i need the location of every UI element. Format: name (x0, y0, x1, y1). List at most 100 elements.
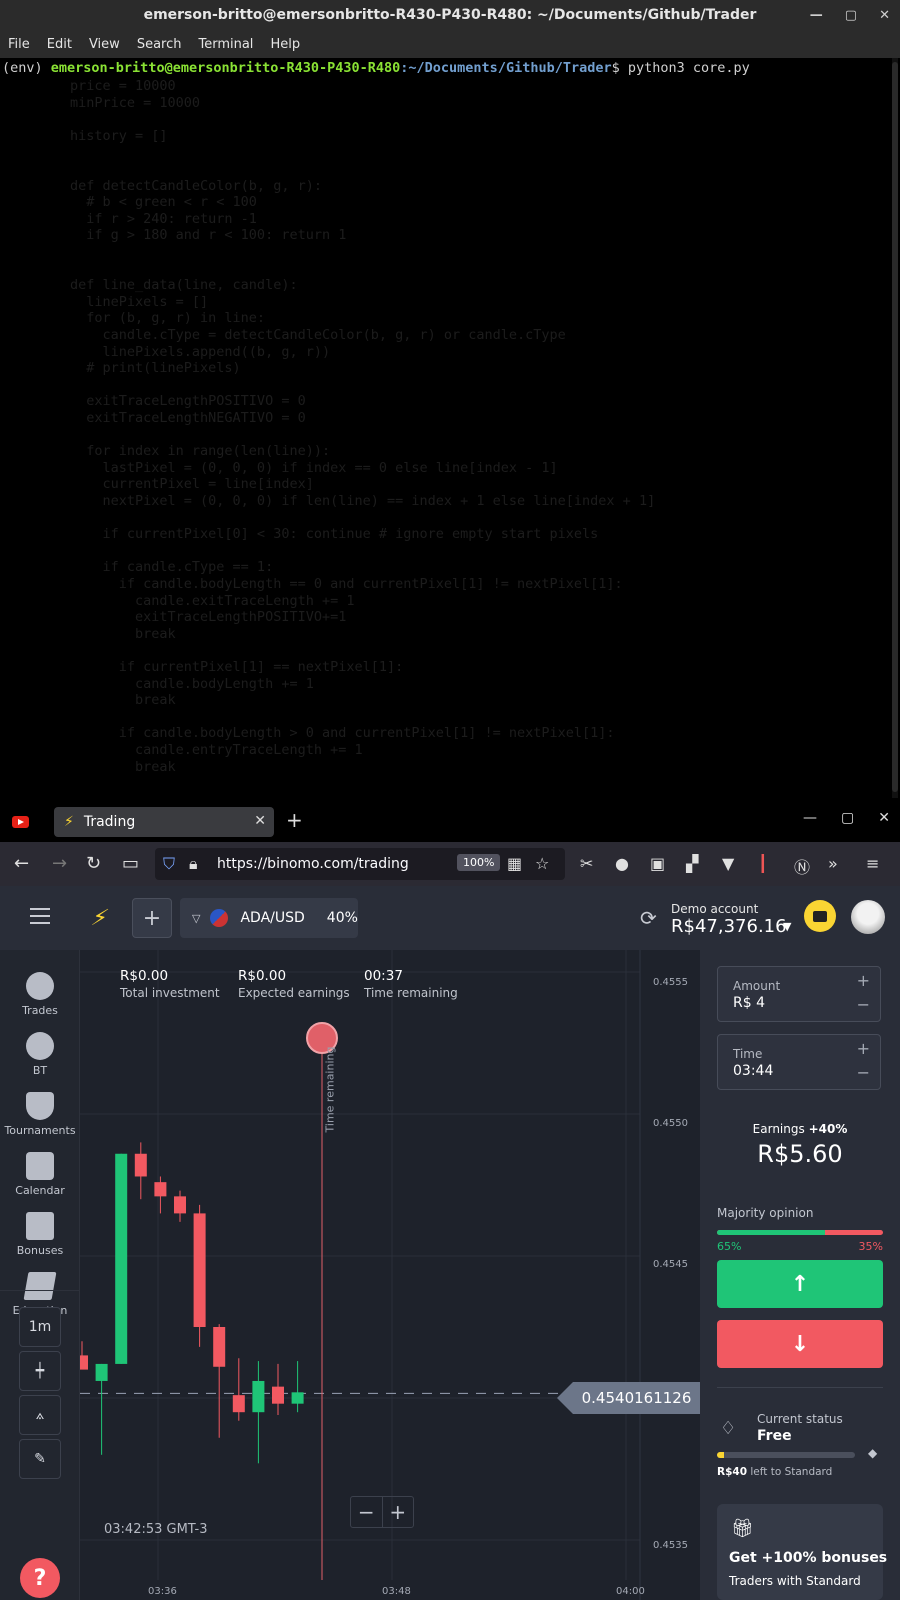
avatar[interactable] (851, 900, 885, 934)
prompt-command: $ python3 core.py (611, 60, 750, 76)
tab-close-icon[interactable]: ✕ (254, 813, 266, 829)
terminal-scroll-thumb[interactable] (892, 62, 898, 792)
extensions-grid-icon[interactable]: ▞ (686, 854, 698, 873)
amount-plus-icon[interactable]: + (857, 971, 870, 990)
reader-view-icon[interactable]: ▭ (122, 852, 139, 876)
refresh-balance-icon[interactable]: ⟳ (640, 906, 657, 930)
code-line: def line_data(line, candle): (70, 277, 298, 294)
stat-value: R$0.00 (238, 968, 287, 984)
asset-flag-icon (210, 909, 229, 927)
close-icon[interactable]: ✕ (879, 8, 890, 23)
zoom-in-button[interactable]: + (383, 1497, 414, 1527)
caret-down-icon[interactable]: ▼ (783, 920, 791, 933)
menu-terminal[interactable]: Terminal (198, 37, 253, 52)
sidebar-item-bonuses[interactable]: Bonuses (0, 1212, 80, 1257)
screenshot-icon[interactable]: ✂ (580, 854, 593, 873)
lock-icon[interactable]: 🔒︎ (189, 854, 198, 874)
terminal-window: emerson-britto@emersonbritto-R430-P430-R… (0, 0, 900, 800)
url-bar[interactable]: ⛉ 🔒︎ https://binomo.com/trading 100% ▦ ☆ (155, 848, 565, 880)
forward-icon[interactable]: → (52, 852, 67, 876)
youtube-tab-icon[interactable] (12, 816, 29, 828)
wallet-button[interactable] (804, 900, 836, 932)
code-line: linePixels.append((b, g, r)) (70, 343, 331, 360)
faint-code-overlay: price = 10000 minPrice = 10000 history = [… (0, 78, 900, 798)
new-tab-icon[interactable]: + (286, 810, 303, 830)
terminal-titlebar: emerson-britto@emersonbritto-R430-P430-R… (0, 0, 900, 30)
sidebar-item-bt[interactable]: BT (0, 1032, 80, 1077)
time-field[interactable]: Time 03:44 + − (717, 1034, 881, 1090)
extension-rec-icon[interactable]: ▣ (650, 854, 665, 873)
sidebar-item-trades[interactable]: Trades (0, 972, 80, 1017)
qr-code-icon[interactable]: ▦ (507, 854, 522, 873)
back-icon[interactable]: ← (14, 852, 29, 876)
tab-trading[interactable]: ⚡ Trading ✕ (54, 807, 274, 837)
time-plus-icon[interactable]: + (857, 1039, 870, 1058)
shield-icon[interactable]: ⛉ (163, 854, 175, 874)
add-asset-button[interactable]: + (132, 898, 172, 938)
bookmark-star-icon[interactable]: ☆ (535, 854, 549, 873)
extension-avatar-icon[interactable]: ● (615, 854, 629, 873)
buy-up-button[interactable]: ↑ (717, 1260, 883, 1308)
stat-expected-earnings: R$0.00 Expected earnings (238, 968, 350, 1000)
amount-field[interactable]: Amount R$ 4 + − (717, 966, 881, 1022)
code-line: break (70, 758, 176, 775)
trading-chart[interactable]: R$0.00 Total investment R$0.00 Expected … (80, 950, 700, 1600)
app-header: ⚡ + ▽ ADA/USD 40% ⟳ Demo account R$47,37… (0, 886, 900, 950)
asset-selector[interactable]: ▽ ADA/USD 40% (180, 898, 358, 938)
indicators-compass-icon[interactable]: ⟑ (19, 1395, 61, 1435)
bonus-subtitle: Traders with Standard (729, 1574, 861, 1588)
x-tick-label: 03:48 (382, 1586, 411, 1597)
asset-name: ADA/USD (240, 910, 305, 926)
menu-view[interactable]: View (89, 37, 120, 52)
timeframe-button[interactable]: 1m (19, 1307, 61, 1347)
hamburger-menu-icon[interactable] (30, 908, 50, 910)
browser-close-icon[interactable]: ✕ (878, 810, 890, 826)
zoom-level[interactable]: 100% (457, 854, 501, 871)
candle-body (272, 1386, 284, 1404)
menu-search[interactable]: Search (137, 37, 182, 52)
drawing-pencil-icon[interactable]: ✎ (19, 1439, 61, 1479)
candle-body (174, 1196, 186, 1214)
sidebar-divider (0, 1290, 80, 1291)
y-tick-label: 0.4545 (653, 1259, 688, 1270)
url-text[interactable]: https://binomo.com/trading (217, 856, 409, 872)
earnings-pct: +40% (808, 1122, 848, 1136)
zoom-out-button[interactable]: − (351, 1497, 383, 1527)
chart-extension-icon[interactable]: ┃ (758, 854, 768, 873)
menu-help[interactable]: Help (270, 37, 300, 52)
menu-edit[interactable]: Edit (47, 37, 72, 52)
overflow-chevron-icon[interactable]: » (828, 854, 838, 873)
menu-file[interactable]: File (8, 37, 30, 52)
account-balance: R$47,376.16 (671, 916, 787, 937)
status-value: Free (757, 1428, 792, 1444)
status-note: R$40 left to Standard (717, 1466, 832, 1478)
code-line: # print(linePixels) (70, 360, 241, 377)
app-menu-icon[interactable]: ≡ (866, 854, 879, 873)
code-line: if g > 180 and r < 100: return 1 (70, 227, 347, 244)
reload-icon[interactable]: ↻ (86, 852, 101, 876)
notion-icon[interactable]: Ⓝ (794, 854, 810, 878)
vue-devtools-icon[interactable]: ▼ (722, 854, 734, 873)
browser-maximize-icon[interactable]: ▢ (841, 810, 854, 826)
help-button[interactable]: ? (20, 1558, 60, 1598)
sell-down-button[interactable]: ↓ (717, 1320, 883, 1368)
binomo-logo-icon[interactable]: ⚡ (89, 906, 111, 931)
candle-body (291, 1392, 304, 1404)
terminal-body[interactable]: price = 10000 minPrice = 10000 history = [… (0, 58, 900, 800)
sidebar-item-tournaments[interactable]: Tournaments (0, 1092, 80, 1137)
x-tick-label: 03:36 (148, 1586, 177, 1597)
prompt-user: emerson-britto@emersonbritto-R430-P430-R… (50, 60, 401, 76)
candles-chart-type-icon[interactable]: ┿ (19, 1351, 61, 1391)
time-label: Time (733, 1047, 763, 1061)
time-minus-icon[interactable]: − (857, 1063, 870, 1082)
amount-minus-icon[interactable]: − (857, 995, 870, 1014)
sidebar-item-calendar[interactable]: Calendar (0, 1152, 80, 1197)
minimize-icon[interactable]: — (810, 8, 823, 23)
bonus-card[interactable]: 🎁︎ Get +100% bonuses Traders with Standa… (717, 1504, 887, 1600)
maximize-icon[interactable]: ▢ (845, 8, 857, 23)
stat-value: R$0.00 (120, 968, 169, 984)
amount-value[interactable]: R$ 4 (733, 995, 765, 1011)
code-line: nextPixel = (0, 0, 0) if len(line) == in… (70, 493, 656, 509)
browser-minimize-icon[interactable]: — (803, 810, 817, 826)
time-value[interactable]: 03:44 (733, 1063, 773, 1079)
